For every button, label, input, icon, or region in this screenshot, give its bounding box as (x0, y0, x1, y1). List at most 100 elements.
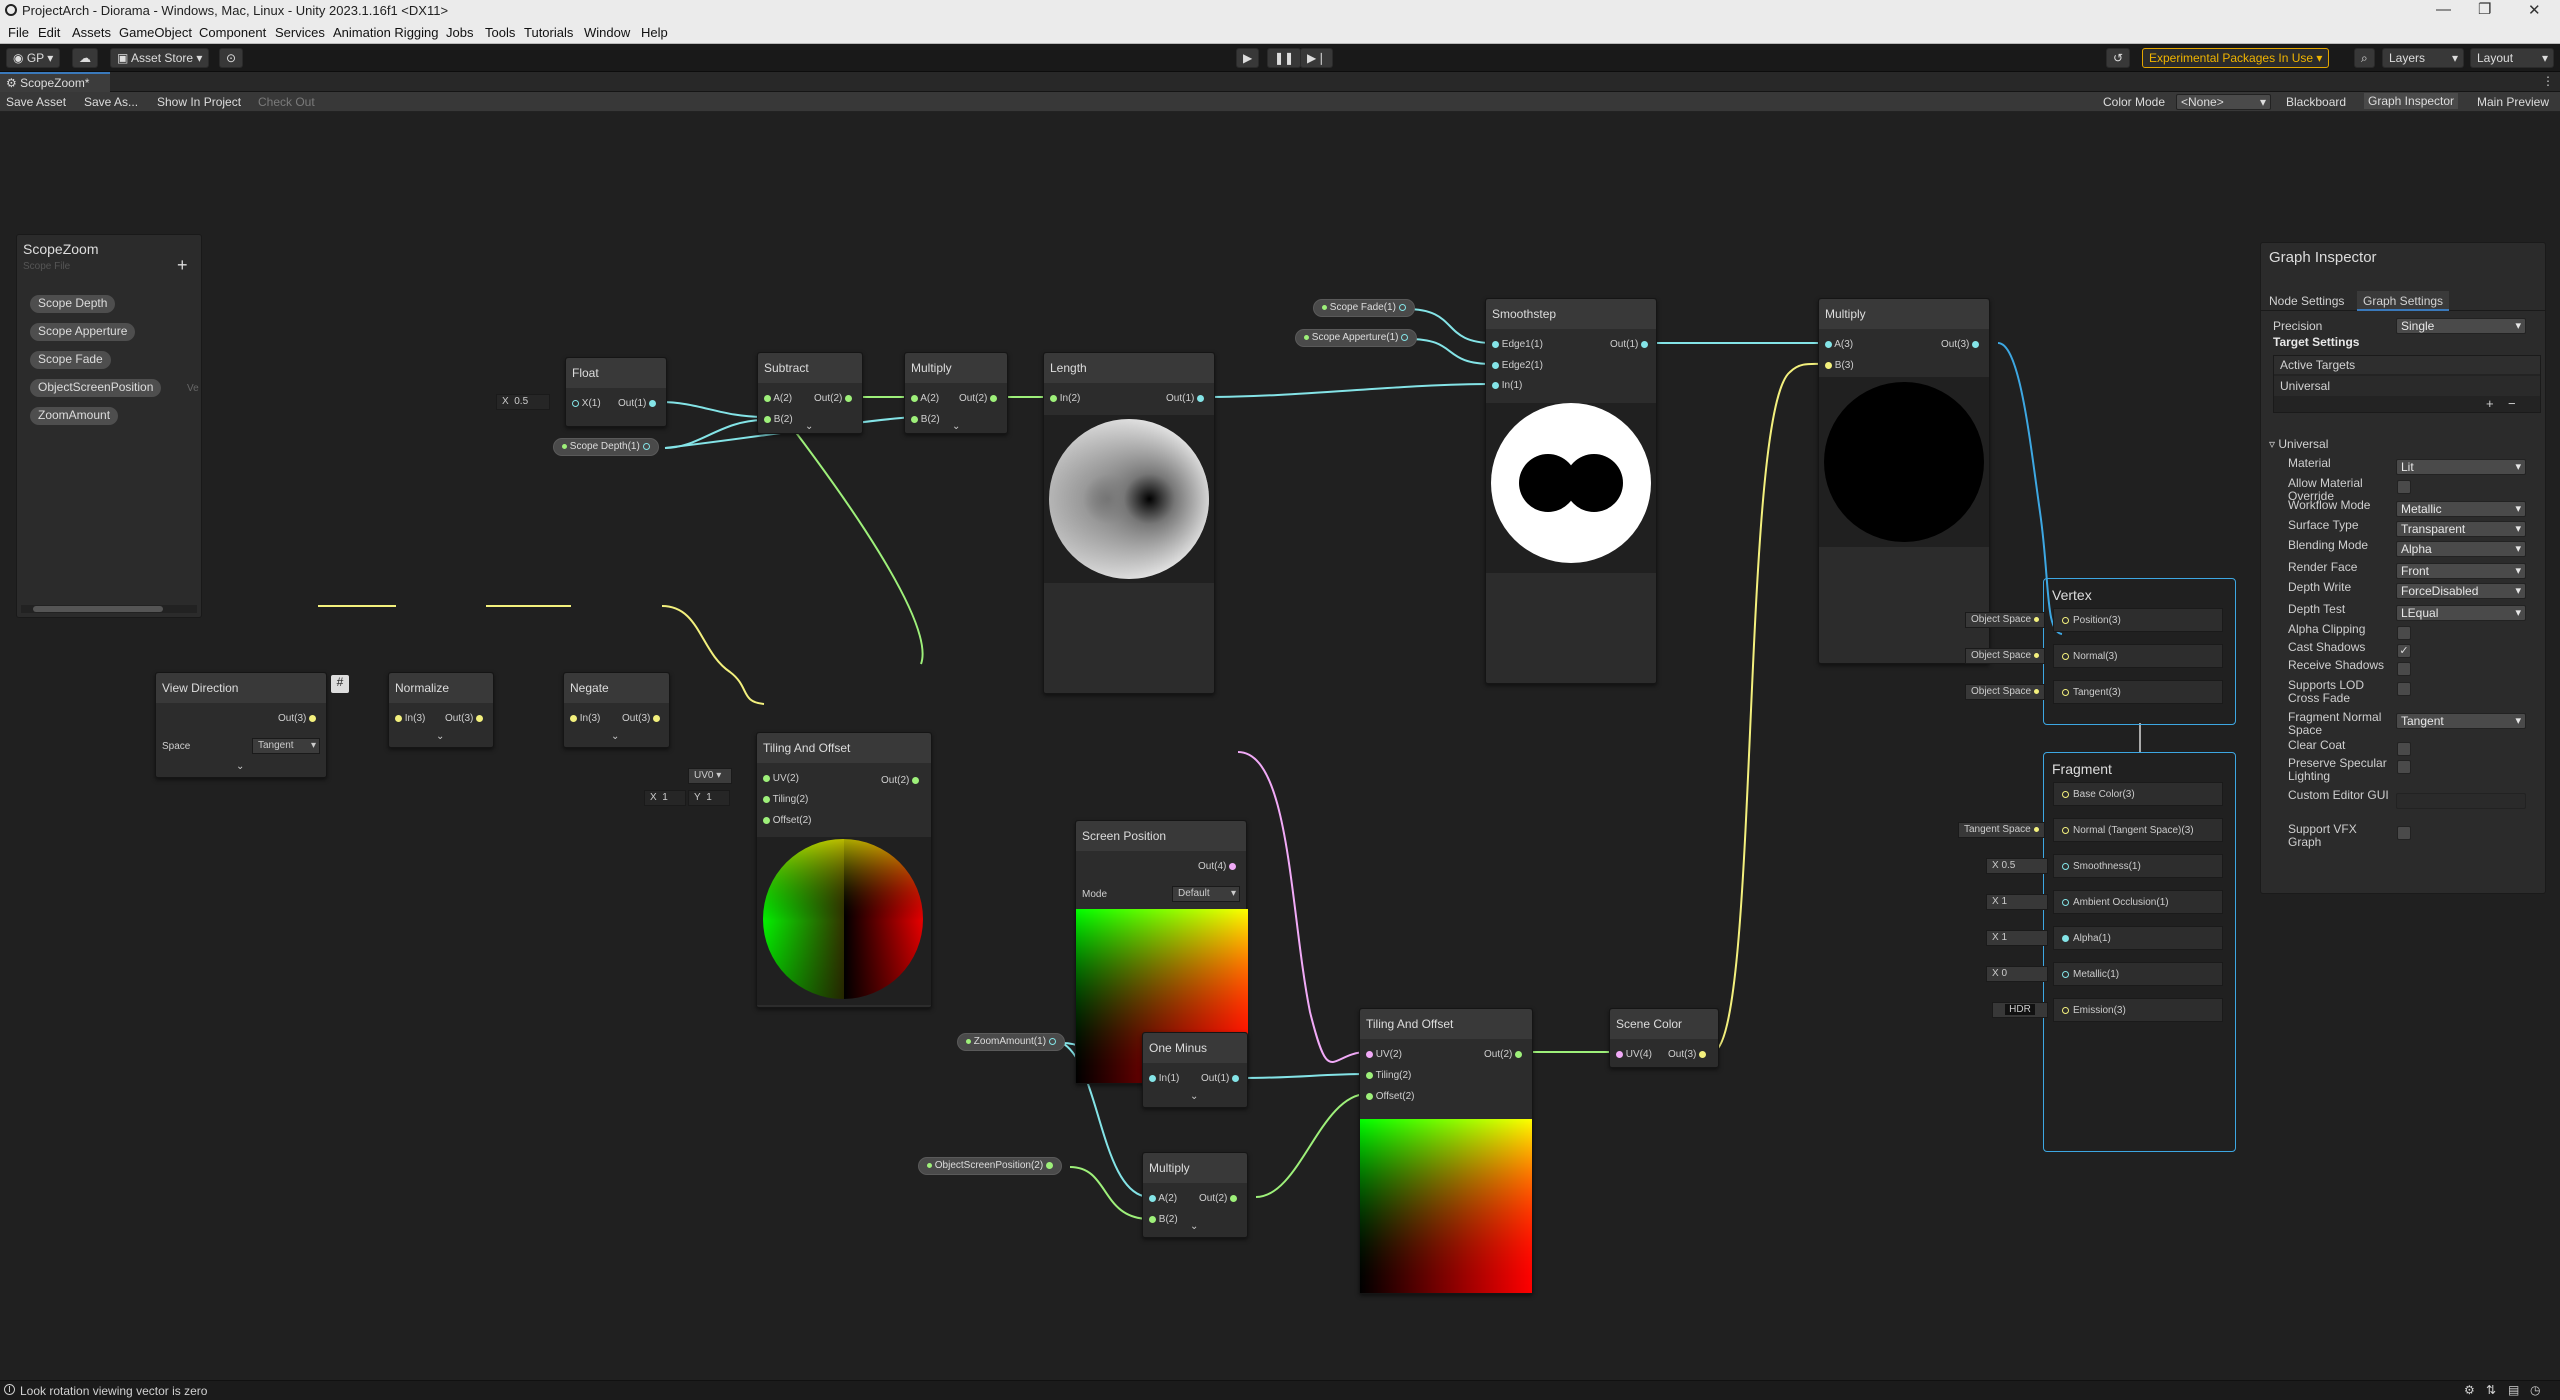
port-out[interactable]: Out(3) (622, 713, 661, 724)
menu-file[interactable]: File (8, 25, 29, 40)
setting-checkbox-receive-shadows[interactable] (2397, 662, 2411, 676)
cache-icon[interactable]: ▤ (2508, 1383, 2519, 1397)
collapse-chevron-icon[interactable]: ⌄ (611, 731, 619, 742)
fragment-slot-metallic[interactable]: Metallic(1) (2053, 962, 2223, 986)
node-scene-color[interactable]: Scene Color UV(4) Out(3) (1609, 1008, 1719, 1068)
node-view-direction[interactable]: View Direction Out(3) Space Tangent ▾ ⌄ (155, 672, 327, 778)
scope-depth-node[interactable]: Scope Depth(1) (553, 438, 659, 456)
progress-icon[interactable]: ◷ (2530, 1383, 2540, 1397)
port-out[interactable]: Out(1) (618, 398, 657, 409)
menu-services[interactable]: Services (275, 25, 325, 40)
layout-dropdown[interactable]: Layout ▾ (2470, 48, 2554, 68)
space-dropdown[interactable]: Tangent ▾ (252, 738, 320, 754)
port-out[interactable]: Out(2) (881, 775, 920, 786)
tab-graph-settings[interactable]: Graph Settings (2357, 291, 2450, 311)
menu-tutorials[interactable]: Tutorials (524, 25, 573, 40)
collapse-chevron-icon[interactable]: ⌄ (1190, 1091, 1198, 1102)
port-in[interactable]: In(3) (395, 713, 425, 724)
color-mode-dropdown[interactable]: <None> ▾ (2176, 94, 2271, 110)
undo-history-button[interactable]: ↺ (2106, 48, 2131, 68)
layers-dropdown[interactable]: Layers ▾ (2382, 48, 2464, 68)
node-length[interactable]: Length In(2) Out(1) (1043, 352, 1215, 694)
bug-icon[interactable]: ⚙ (2464, 1383, 2475, 1397)
setting-checkbox-alpha-clipping[interactable] (2397, 626, 2411, 640)
setting-checkbox-support-vfx-graph[interactable] (2397, 826, 2411, 840)
vertex-slot-normal-space[interactable]: Object Space (1965, 648, 2045, 664)
port-out[interactable]: Out(3) (445, 713, 484, 724)
setting-checkbox-cast-shadows[interactable]: ✓ (2397, 644, 2411, 658)
fragment-slot-normal-space[interactable]: Tangent Space (1958, 822, 2045, 838)
port-in[interactable]: In(1) (1492, 380, 1522, 391)
uv-channel-dropdown[interactable]: UV0 ▾ (688, 768, 732, 784)
port-edge1[interactable]: Edge1(1) (1492, 339, 1543, 350)
node-multiply-1[interactable]: Multiply A(2) B(2) Out(2) ⌄ (904, 352, 1008, 434)
scope-fade-node[interactable]: Scope Fade(1) (1313, 299, 1415, 317)
play-button[interactable]: ▶ (1236, 48, 1260, 68)
asset-store-button[interactable]: ▣ Asset Store ▾ (110, 48, 210, 68)
node-tiling-offset-1[interactable]: Tiling And Offset UV(2) Tiling(2) Offset… (756, 732, 932, 1008)
vertex-slot-tangent-space[interactable]: Object Space (1965, 684, 2045, 700)
object-screen-position-node[interactable]: ObjectScreenPosition(2) (918, 1157, 1062, 1175)
experimental-packages-button[interactable]: Experimental Packages In Use ▾ (2142, 48, 2330, 68)
port-x-in[interactable]: X(1) (572, 398, 601, 409)
fragment-slot-base-color[interactable]: Base Color(3) (2053, 782, 2223, 806)
setting-dropdown-surface-type[interactable]: Transparent (2396, 521, 2526, 537)
universal-section-header[interactable]: ▿ Universal (2269, 437, 2328, 451)
port-a[interactable]: A(2) (1149, 1193, 1177, 1204)
fragment-slot-alpha-input[interactable]: X 1 (1986, 930, 2048, 946)
port-in[interactable]: In(2) (1050, 393, 1080, 404)
fragment-slot-ambient-occlusion[interactable]: Ambient Occlusion(1) (2053, 890, 2223, 914)
port-b[interactable]: B(2) (911, 414, 940, 425)
fragment-context[interactable]: Fragment (2043, 752, 2236, 1152)
collab-button[interactable]: ⊙ (219, 48, 244, 68)
port-out[interactable]: Out(4) (1198, 861, 1237, 872)
menu-edit[interactable]: Edit (38, 25, 60, 40)
port-out[interactable]: Out(1) (1201, 1073, 1240, 1084)
property-object-screen-position[interactable]: ObjectScreenPosition (30, 379, 162, 397)
node-subtract[interactable]: Subtract A(2) B(2) Out(2) ⌄ (757, 352, 863, 434)
port-tiling[interactable]: Tiling(2) (1366, 1070, 1411, 1081)
close-icon[interactable]: ✕ (2528, 1, 2541, 19)
menu-window[interactable]: Window (584, 25, 630, 40)
port-out[interactable]: Out(1) (1610, 339, 1649, 350)
precision-dropdown[interactable]: Single (2396, 318, 2526, 334)
port-b[interactable]: B(2) (1149, 1214, 1178, 1225)
port-in[interactable]: In(3) (570, 713, 600, 724)
save-asset-button[interactable]: Save Asset (6, 95, 66, 109)
collapse-chevron-icon[interactable]: ⌄ (805, 421, 813, 432)
menu-component[interactable]: Component (199, 25, 266, 40)
fragment-slot-alpha[interactable]: Alpha(1) (2053, 926, 2223, 950)
add-target-button[interactable]: + (2486, 396, 2494, 411)
fragment-slot-normal[interactable]: Normal (Tangent Space)(3) (2053, 818, 2223, 842)
property-scope-apperture[interactable]: Scope Apperture (30, 323, 136, 341)
search-button[interactable]: ⌕ (2354, 48, 2375, 68)
setting-dropdown-depth-write[interactable]: ForceDisabled (2396, 583, 2526, 599)
collapse-chevron-icon[interactable]: ⌄ (1190, 1221, 1198, 1232)
blackboard-toggle[interactable]: Blackboard (2286, 95, 2346, 109)
tiling-x-input[interactable]: X 1 (644, 790, 686, 806)
node-smoothstep[interactable]: Smoothstep Edge1(1) Edge2(1) In(1) Out(1… (1485, 298, 1657, 684)
collapse-chevron-icon[interactable]: ⌄ (952, 421, 960, 432)
scrollbar-thumb[interactable] (33, 606, 163, 612)
target-item-universal[interactable]: Universal (2274, 376, 2540, 396)
check-out-button[interactable]: Check Out (258, 95, 315, 109)
setting-checkbox-preserve-specular-lighting[interactable] (2397, 760, 2411, 774)
property-scope-fade[interactable]: Scope Fade (30, 351, 111, 369)
menu-animation-rigging[interactable]: Animation Rigging (333, 25, 439, 40)
port-offset[interactable]: Offset(2) (763, 815, 812, 826)
port-uv[interactable]: UV(4) (1616, 1049, 1652, 1060)
port-out[interactable]: Out(1) (1166, 393, 1205, 404)
main-preview-toggle[interactable]: Main Preview (2477, 95, 2549, 109)
port-uv[interactable]: UV(2) (1366, 1049, 1402, 1060)
setting-checkbox-clear-coat[interactable] (2397, 742, 2411, 756)
add-property-button[interactable]: + (177, 255, 188, 276)
float-x-input[interactable]: X 0.5 (496, 394, 550, 410)
menu-gameobject[interactable]: GameObject (119, 25, 192, 40)
account-button[interactable]: ◉ GP ▾ (6, 48, 61, 68)
node-multiply-2[interactable]: Multiply A(3) B(3) Out(3) (1818, 298, 1990, 664)
restore-icon[interactable]: ❐ (2478, 0, 2491, 18)
hash-icon[interactable]: # (331, 675, 349, 693)
fragment-slot-emission-color[interactable]: HDR (1992, 1002, 2048, 1018)
remove-target-button[interactable]: − (2508, 396, 2516, 411)
vertex-slot-normal[interactable]: Normal(3) (2053, 644, 2223, 668)
